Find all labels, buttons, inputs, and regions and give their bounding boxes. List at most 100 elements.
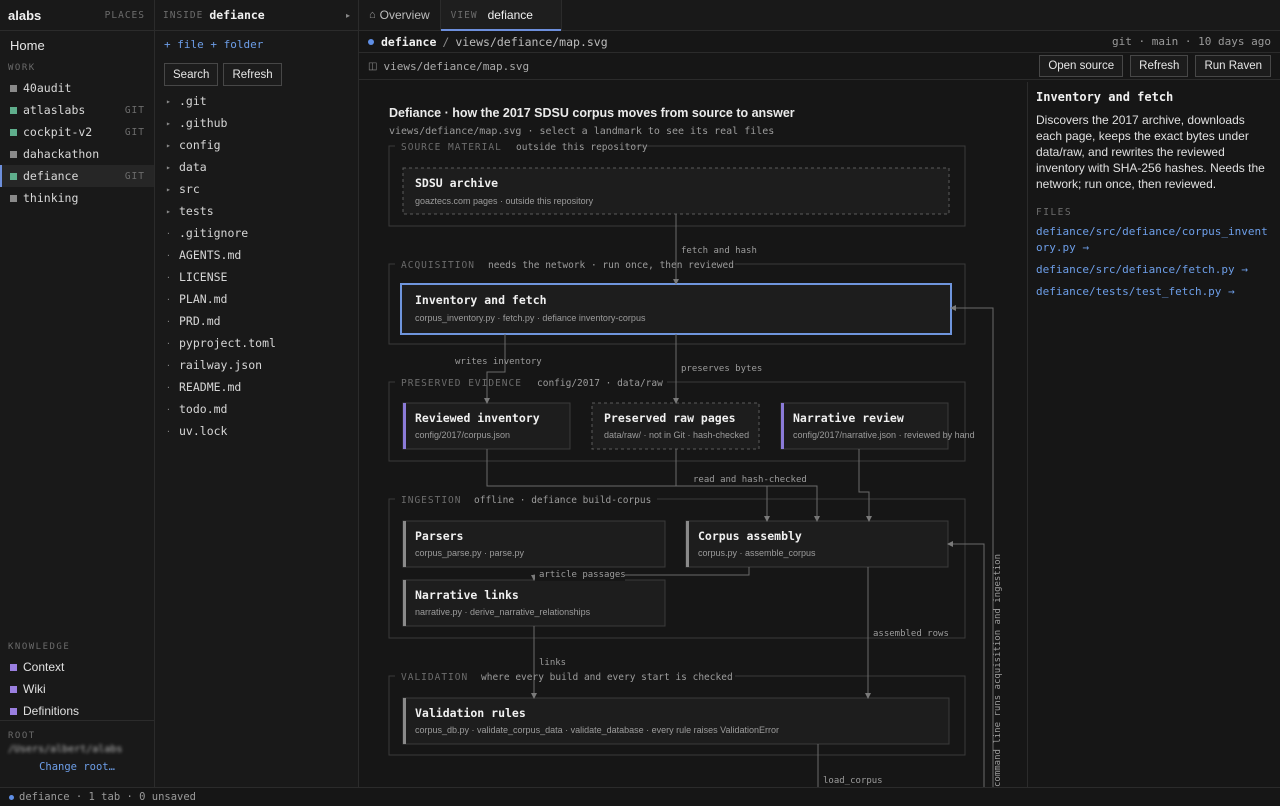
edge-label-article: article passages — [539, 570, 626, 580]
tree-folder[interactable]: ▸ tests — [155, 200, 358, 222]
tree-item-name: pyproject.toml — [179, 336, 276, 350]
file-dot-icon: · — [166, 228, 171, 238]
places-label: PLACES — [104, 9, 145, 21]
node-inventory[interactable]: Inventory and fetch corpus_inventory.py … — [400, 283, 952, 335]
tree-folder[interactable]: ▸ .git — [155, 90, 358, 112]
tree-item-name: README.md — [179, 380, 242, 394]
tree-file[interactable]: · todo.md — [155, 398, 358, 420]
file-dot-icon: · — [166, 382, 171, 392]
node-corpus-assembly[interactable]: Corpus assembly corpus.py · assemble_cor… — [685, 520, 949, 568]
work-section-label: WORK — [8, 63, 36, 73]
tab-overview[interactable]: ⌂ Overview — [359, 0, 441, 30]
node-subtitle: config/2017/corpus.json — [415, 430, 510, 440]
file-panel: INSIDE defiance ▸ + file + folder Search… — [155, 0, 359, 787]
detail-file-link[interactable]: defiance/src/defiance/corpus_inventory.p… — [1036, 224, 1272, 256]
detail-title: Inventory and fetch — [1036, 90, 1174, 104]
tree-folder[interactable]: ▸ data — [155, 156, 358, 178]
node-narrative-review[interactable]: Narrative review config/2017/narrative.j… — [780, 402, 975, 450]
workspace-list: 40audit atlaslabs GIT cockpit-v2 GIT dah… — [0, 77, 154, 209]
knowledge-item-definitions[interactable]: Definitions — [0, 700, 154, 722]
node-raw-pages[interactable]: Preserved raw pages data/raw/ · not in G… — [591, 402, 760, 450]
tree-file[interactable]: · README.md — [155, 376, 358, 398]
root-label: ROOT — [8, 731, 36, 741]
brand-name: alabs — [8, 7, 42, 23]
tree-item-name: todo.md — [179, 402, 228, 416]
new-folder-link[interactable]: + folder — [210, 38, 263, 51]
workspace-item-dahackathon[interactable]: dahackathon — [0, 143, 154, 165]
knowledge-item-wiki[interactable]: Wiki — [0, 678, 154, 700]
tree-file[interactable]: · PRD.md — [155, 310, 358, 332]
tree-item-name: railway.json — [179, 358, 263, 372]
folder-caret-icon: ▸ — [166, 206, 171, 216]
map-view: Defiance · how the 2017 SDSU corpus move… — [359, 82, 1027, 787]
detail-file-link[interactable]: defiance/tests/test_fetch.py → — [1036, 284, 1272, 300]
node-reviewed-inventory[interactable]: Reviewed inventory config/2017/corpus.js… — [402, 402, 571, 450]
node-parsers[interactable]: Parsers corpus_parse.py · parse.py — [402, 520, 666, 568]
search-button[interactable]: Search — [164, 63, 219, 86]
caret-right-icon[interactable]: ▸ — [346, 11, 350, 20]
tree-file[interactable]: · LICENSE — [155, 266, 358, 288]
node-subtitle: narrative.py · derive_narrative_relation… — [415, 607, 591, 617]
edge-command-ing — [947, 541, 985, 787]
path-bar: defiance / views/defiance/map.svg git · … — [359, 31, 1280, 53]
node-subtitle: data/raw/ · not in Git · hash-checked — [604, 430, 749, 440]
run-raven-button[interactable]: Run Raven — [1195, 55, 1271, 77]
node-title: Reviewed inventory — [415, 411, 540, 425]
edge-label-fetch: fetch and hash — [681, 246, 757, 256]
tree-item-name: .git — [179, 94, 207, 108]
section-source-label: SOURCE MATERIAL — [401, 142, 502, 153]
tab-label: defiance — [487, 8, 533, 22]
git-tag: GIT — [124, 170, 145, 182]
new-file-link[interactable]: + file — [164, 38, 204, 51]
refresh-view-button[interactable]: Refresh — [1130, 55, 1189, 77]
open-source-button[interactable]: Open source — [1039, 55, 1124, 77]
change-root-link[interactable]: Change root… — [0, 761, 154, 773]
workspace-color-icon — [10, 106, 17, 114]
tab-view-defiance[interactable]: VIEW defiance — [440, 0, 562, 31]
tree-item-name: src — [179, 182, 200, 196]
tree-folder[interactable]: ▸ config — [155, 134, 358, 156]
section-preserved-note: config/2017 · data/raw — [537, 378, 663, 389]
knowledge-name: Definitions — [23, 704, 80, 718]
tree-file[interactable]: · uv.lock — [155, 420, 358, 442]
refresh-files-button[interactable]: Refresh — [223, 63, 282, 86]
workspace-item-defiance[interactable]: defiance GIT — [0, 165, 154, 187]
map-title: Defiance · how the 2017 SDSU corpus move… — [389, 106, 795, 120]
path-workspace[interactable]: defiance — [381, 35, 436, 49]
tree-file[interactable]: · PLAN.md — [155, 288, 358, 310]
edge-label-links: links — [539, 658, 566, 668]
workspace-item-cockpit-v2[interactable]: cockpit-v2 GIT — [0, 121, 154, 143]
tree-file[interactable]: · AGENTS.md — [155, 244, 358, 266]
tree-folder[interactable]: ▸ .github — [155, 112, 358, 134]
file-panel-buttons: Search Refresh — [164, 63, 358, 86]
tree-file[interactable]: · .gitignore — [155, 222, 358, 244]
detail-file-link[interactable]: defiance/src/defiance/fetch.py → — [1036, 262, 1272, 278]
knowledge-name: Context — [23, 660, 65, 674]
workspace-name: defiance — [23, 169, 79, 183]
node-archive[interactable]: SDSU archive goaztecs.com pages · outsid… — [402, 167, 950, 215]
tree-file[interactable]: · pyproject.toml — [155, 332, 358, 354]
tree-file[interactable]: · railway.json — [155, 354, 358, 376]
workspace-name: dahackathon — [23, 147, 100, 161]
git-info: git · main · 10 days ago — [1112, 35, 1271, 48]
file-dot-icon: · — [166, 426, 171, 436]
workspace-item-40audit[interactable]: 40audit — [0, 77, 154, 99]
node-validation-rules[interactable]: Validation rules corpus_db.py · validate… — [402, 697, 950, 745]
node-accent-bar — [686, 521, 689, 567]
node-title: Narrative links — [415, 588, 519, 602]
knowledge-color-icon — [10, 663, 17, 671]
status-text: defiance · 1 tab · 0 unsaved — [19, 791, 197, 803]
home-link[interactable]: Home — [0, 35, 154, 57]
map-svg: Defiance · how the 2017 SDSU corpus move… — [388, 106, 1003, 787]
tree-folder[interactable]: ▸ src — [155, 178, 358, 200]
node-accent-bar — [403, 580, 406, 626]
detail-files-label: FILES — [1036, 207, 1073, 218]
edge-label-load: load_corpus — [823, 776, 883, 786]
file-dot-icon: · — [166, 294, 171, 304]
workspace-item-atlaslabs[interactable]: atlaslabs GIT — [0, 99, 154, 121]
section-validation-label: VALIDATION — [401, 672, 468, 683]
knowledge-section-label: KNOWLEDGE — [8, 642, 71, 652]
workspace-item-thinking[interactable]: thinking — [0, 187, 154, 209]
knowledge-item-context[interactable]: Context — [0, 656, 154, 678]
node-narrative-links[interactable]: Narrative links narrative.py · derive_na… — [402, 579, 666, 627]
